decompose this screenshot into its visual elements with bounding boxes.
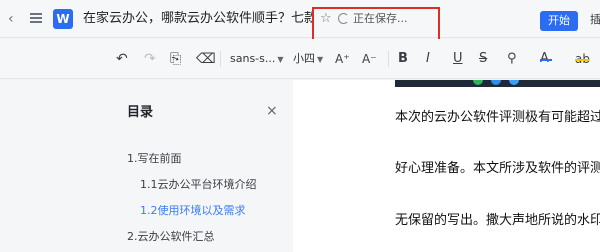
back-icon[interactable]: ‹ bbox=[8, 11, 14, 27]
undo-icon[interactable]: ↶ bbox=[116, 50, 128, 68]
toc-item[interactable]: 2.云办公软件汇总 bbox=[127, 230, 215, 244]
font-shrink-icon[interactable]: A⁻ bbox=[362, 50, 377, 68]
chevron-down-icon: ▼ bbox=[317, 55, 324, 64]
toolbar-divider bbox=[220, 51, 221, 67]
italic-icon[interactable]: I bbox=[426, 50, 430, 68]
app-icon bbox=[491, 80, 501, 85]
doc-paragraph[interactable]: 好心理准备。本文所涉及软件的评测 bbox=[395, 161, 600, 177]
font-size-value: 小四 bbox=[293, 52, 315, 65]
document-logo-icon: W bbox=[53, 9, 73, 29]
font-grow-icon[interactable]: A⁺ bbox=[335, 50, 350, 68]
chevron-down-icon: ▼ bbox=[277, 55, 284, 64]
font-family-value: sans-s... bbox=[230, 52, 276, 65]
underline-icon[interactable]: U bbox=[453, 50, 463, 68]
title-bar: ‹ W 在家云办公，哪款云办公软件顺手？七款... ☆ 正在保存... 开始 插 bbox=[0, 0, 600, 41]
format-painter-icon[interactable]: ⎘ bbox=[170, 50, 181, 68]
close-icon[interactable]: × bbox=[266, 103, 278, 119]
font-size-select[interactable]: 小四 ▼ bbox=[293, 50, 323, 69]
format-toolbar: ↶ ↷ ⎘ ⌫ sans-s...▼ 小四▼ A⁺ A⁻ B I U S ⚲ A… bbox=[0, 39, 600, 79]
doc-paragraph[interactable]: 本次的云办公软件评测极有可能超过 bbox=[395, 110, 600, 126]
font-family-select[interactable]: sans-s... ▼ bbox=[230, 50, 284, 69]
redo-icon[interactable]: ↷ bbox=[144, 50, 156, 68]
toolbar-divider bbox=[388, 51, 389, 67]
app-icon bbox=[509, 80, 519, 85]
document-title[interactable]: 在家云办公，哪款云办公软件顺手？七款... bbox=[83, 11, 313, 27]
loading-spinner-icon bbox=[338, 13, 349, 24]
star-icon[interactable]: ☆ bbox=[320, 12, 332, 26]
menu-icon[interactable] bbox=[30, 13, 42, 23]
save-status-text: 正在保存... bbox=[353, 12, 408, 25]
bold-icon[interactable]: B bbox=[398, 50, 408, 68]
toc-item[interactable]: 1.写在前面 bbox=[127, 152, 182, 166]
start-tab-button[interactable]: 开始 bbox=[540, 11, 578, 31]
clear-format-icon[interactable]: ⚲ bbox=[507, 50, 517, 68]
doc-paragraph[interactable]: 无保留的写出。撒大声地所说的水印 bbox=[395, 213, 600, 229]
strikethrough-icon[interactable]: S bbox=[479, 50, 487, 68]
insert-tab-button[interactable]: 插 bbox=[590, 12, 600, 28]
font-color-bar bbox=[540, 59, 552, 61]
toc-title: 目录 bbox=[127, 105, 154, 120]
highlight-color-bar bbox=[575, 59, 589, 61]
toc-item-active[interactable]: 1.2使用环境以及需求 bbox=[140, 204, 246, 218]
eraser-icon[interactable]: ⌫ bbox=[196, 50, 216, 68]
document-canvas[interactable]: 本次的云办公软件评测极有可能超过 好心理准备。本文所涉及软件的评测 无保留的写出… bbox=[293, 80, 600, 252]
toc-sidebar: 目录 × 1.写在前面 1.1云办公平台环境介绍 1.2使用环境以及需求 2.云… bbox=[0, 80, 293, 252]
toc-item[interactable]: 1.1云办公平台环境介绍 bbox=[140, 178, 257, 192]
app-icon bbox=[473, 80, 483, 85]
embedded-image bbox=[395, 80, 600, 87]
